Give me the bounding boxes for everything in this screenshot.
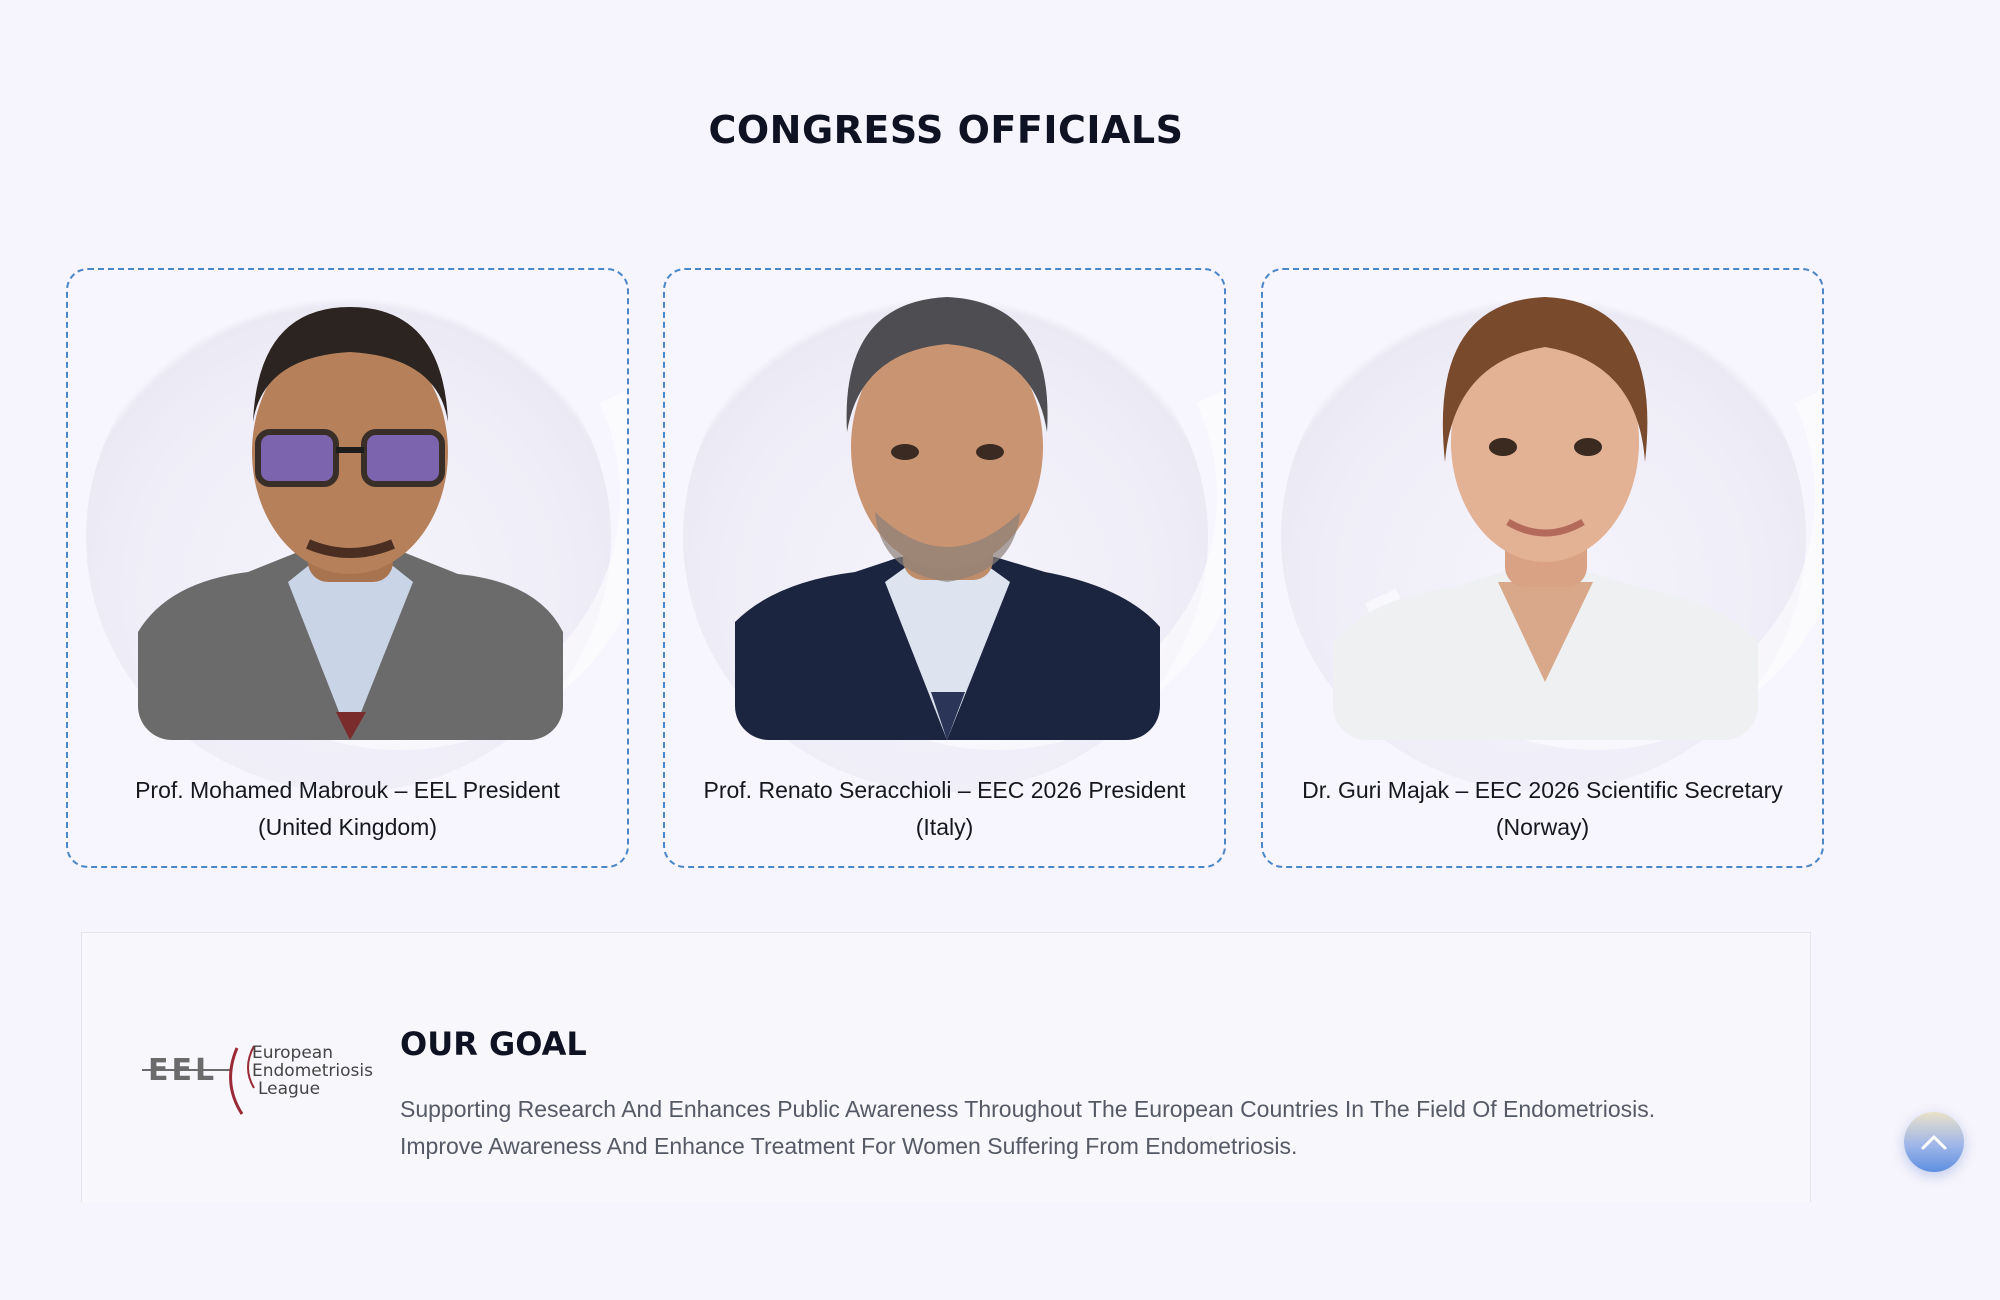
official-name: Prof. Renato Seracchioli – EEC 2026 Pres… (703, 777, 1186, 840)
official-name: Dr. Guri Majak – EEC 2026 Scientific Sec… (1302, 777, 1783, 840)
official-card: Dr. Guri Majak – EEC 2026 Scientific Sec… (1261, 268, 1824, 868)
svg-text:League: League (258, 1079, 320, 1099)
scroll-to-top-button[interactable] (1904, 1112, 1964, 1172)
official-card: Prof. Mohamed Mabrouk – EEL President (U… (66, 268, 629, 868)
official-name: Prof. Mohamed Mabrouk – EEL President (U… (135, 777, 560, 840)
svg-text:Endometriosis: Endometriosis (252, 1061, 373, 1081)
official-photo (735, 282, 1160, 740)
chevron-up-icon (1921, 1135, 1947, 1150)
official-photo (1333, 282, 1758, 740)
eel-logo: EEL European Endometriosis League (142, 1043, 373, 1115)
goal-section: EEL European Endometriosis League OUR GO… (81, 932, 1811, 1202)
official-card: Prof. Renato Seracchioli – EEC 2026 Pres… (663, 268, 1226, 868)
official-photo (138, 282, 563, 740)
section-title: CONGRESS OFFICIALS (708, 108, 1184, 152)
svg-text:European: European (252, 1043, 333, 1063)
goal-title: OUR GOAL (400, 1025, 587, 1063)
goal-description: Supporting Research And Enhances Public … (400, 1096, 1656, 1159)
